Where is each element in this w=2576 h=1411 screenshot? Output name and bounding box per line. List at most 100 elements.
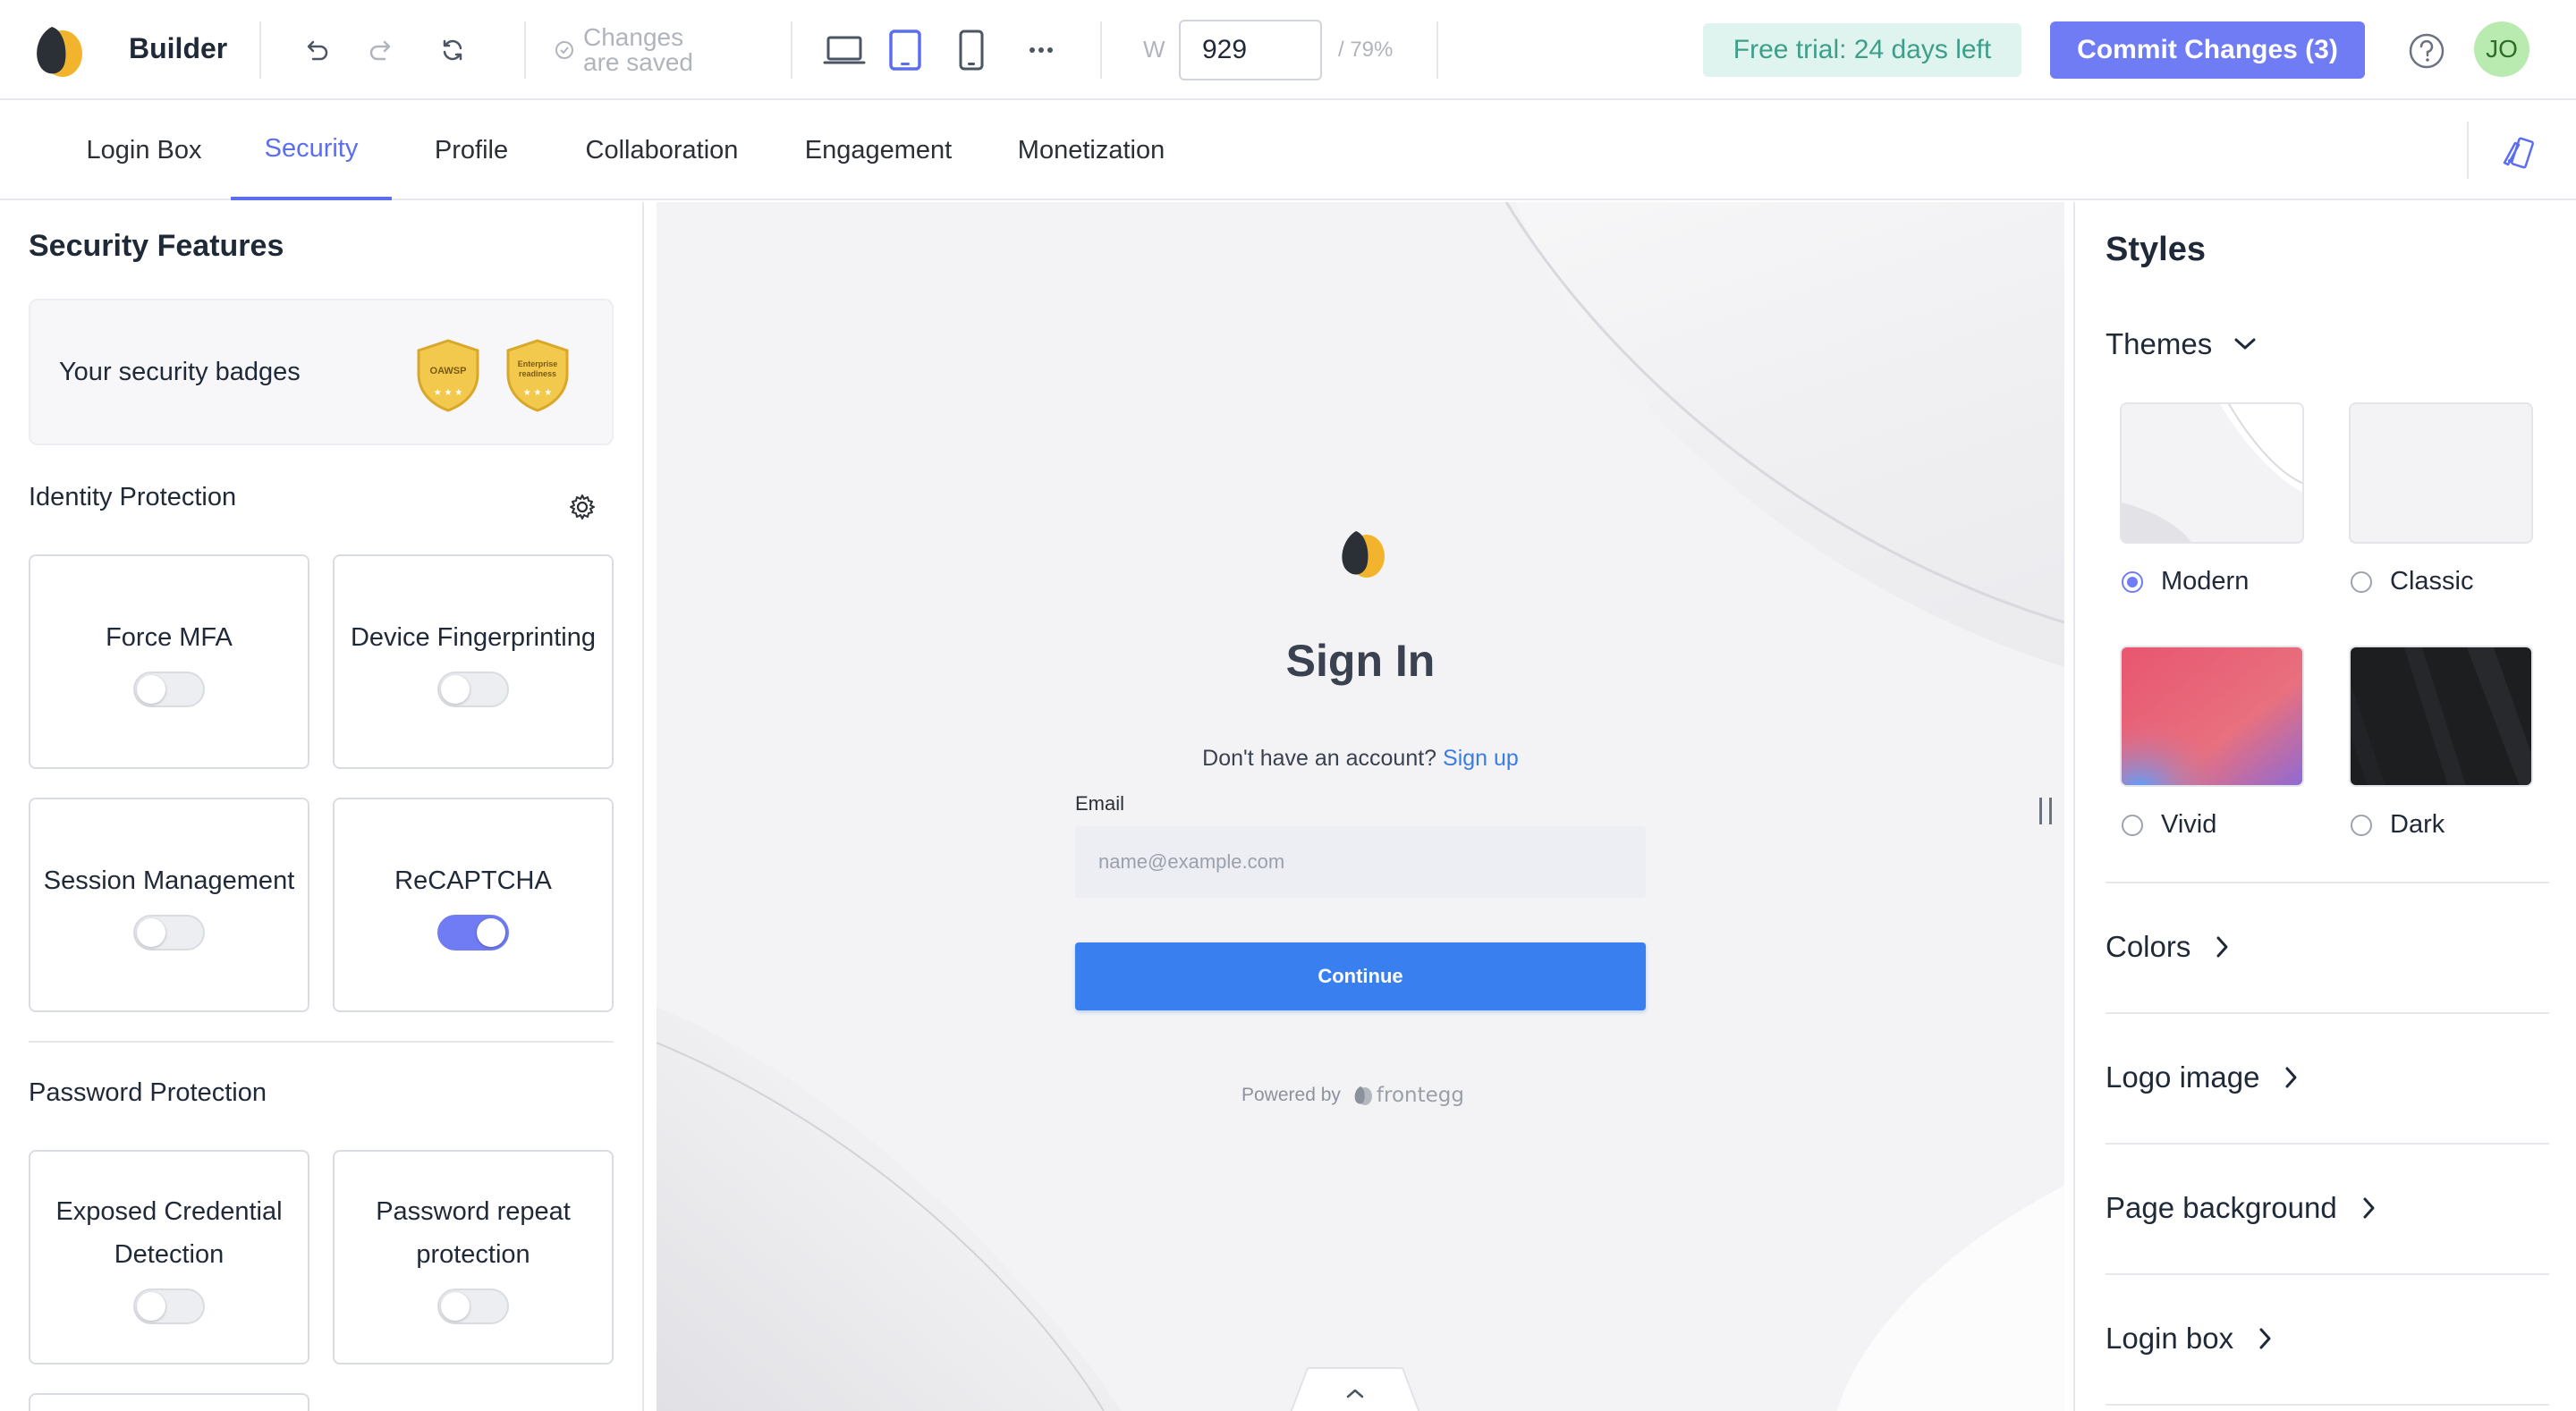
panel-title: Security Features [29,229,284,263]
oawsp-badge-icon[interactable]: OAWSP ★ ★ ★ [413,338,483,413]
theme-option-vivid[interactable]: Vivid [2122,810,2216,840]
theme-name: Dark [2390,810,2445,839]
powered-by-text: Powered by [1241,1085,1341,1105]
svg-text:★ ★ ★: ★ ★ ★ [434,388,462,398]
preview-canvas: Sign In Don't have an account? Sign up E… [657,202,2064,1411]
sign-in-title: Sign In [1285,636,1436,686]
continue-button[interactable]: Continue [1075,942,1646,1010]
zoom-percentage: / 79% [1338,38,1394,62]
email-field[interactable] [1075,826,1646,898]
force-mfa-toggle[interactable] [133,672,205,707]
commit-changes-button[interactable]: Commit Changes (3) [2050,21,2365,79]
user-avatar[interactable]: JO [2474,21,2529,77]
theme-name: Modern [2161,567,2250,596]
refresh-icon[interactable] [433,30,472,70]
redo-icon[interactable] [361,30,401,70]
feature-card-partial [29,1393,309,1411]
help-icon[interactable] [2408,32,2445,70]
modern-theme-preview [2122,404,2302,542]
tab-security[interactable]: Security [231,100,392,200]
more-options-icon[interactable] [1021,30,1061,70]
enterprise-readiness-badge-icon[interactable]: Enterprise readiness ★ ★ ★ [503,338,572,413]
save-status-text: Changes are saved [583,23,693,76]
page-background-section[interactable]: Page background [2106,1191,2377,1225]
email-label: Email [1075,792,1125,815]
chevron-right-icon [2216,936,2228,958]
mobile-view-icon[interactable] [952,30,991,71]
resize-handle[interactable] [2039,798,2052,824]
feature-card-device-fingerprinting: Device Fingerprinting [333,554,614,769]
feature-name: Session Management [43,866,295,895]
section-label: Login box [2106,1322,2234,1355]
recaptcha-toggle[interactable] [437,915,509,951]
modern-radio[interactable] [2122,570,2143,593]
theme-option-classic[interactable]: Classic [2351,567,2473,596]
feature-card-force-mfa: Force MFA [29,554,309,769]
expand-panel-tab[interactable] [1288,1366,1422,1411]
theme-thumb-classic[interactable] [2349,402,2533,544]
tablet-view-icon[interactable] [886,30,925,71]
styles-panel: Styles Themes Modern Classic Vivid Dark … [2073,202,2576,1411]
save-status: Changes are saved [555,25,717,75]
undo-icon[interactable] [297,30,336,70]
width-input[interactable] [1179,20,1322,80]
desktop-view-icon[interactable] [821,30,868,70]
style-preview-icon[interactable] [2497,132,2538,173]
dark-radio[interactable] [2351,814,2372,836]
feature-card-recaptcha: ReCAPTCHA [333,798,614,1012]
section-tabs: Login Box Security Profile Collaboration… [0,100,2576,200]
chevron-down-icon [2234,338,2256,350]
section-label: Logo image [2106,1060,2260,1094]
theme-option-dark[interactable]: Dark [2351,810,2445,840]
tab-collaboration[interactable]: Collaboration [564,100,760,200]
login-box-section[interactable]: Login box [2106,1322,2273,1356]
chevron-right-icon [2285,1067,2297,1088]
colors-section[interactable]: Colors [2106,930,2230,964]
feature-card-password-repeat-protection: Password repeat protection [333,1150,614,1365]
session-management-toggle[interactable] [133,915,205,951]
svg-text:★ ★ ★: ★ ★ ★ [523,388,552,398]
password-repeat-toggle[interactable] [437,1288,509,1324]
theme-option-modern[interactable]: Modern [2122,567,2249,596]
svg-text:Enterprise: Enterprise [518,359,558,368]
badge-text: OAWSP [430,366,467,376]
divider [791,21,792,79]
login-box-preview: Sign In Don't have an account? Sign up E… [657,202,2064,1411]
feature-name: Device Fingerprinting [350,623,596,652]
styles-title: Styles [2106,231,2206,268]
tab-profile[interactable]: Profile [413,100,530,200]
theme-name: Vivid [2161,810,2217,839]
theme-thumb-modern[interactable] [2120,402,2304,544]
settings-gear-icon[interactable] [569,494,596,520]
app-title: Builder [129,32,228,64]
top-bar: Builder Changes are saved W / 79% Free t… [0,0,2576,100]
theme-thumb-dark[interactable] [2349,646,2533,787]
theme-thumb-vivid[interactable] [2120,646,2304,787]
security-panel: Security Features Your security badges O… [0,202,644,1411]
logo-image-section[interactable]: Logo image [2106,1060,2299,1094]
tab-engagement[interactable]: Engagement [791,100,966,200]
classic-radio[interactable] [2351,570,2372,593]
identity-protection-title: Identity Protection [29,483,237,511]
tab-login-box[interactable]: Login Box [68,100,220,200]
app-logo-icon[interactable] [27,21,86,79]
security-badges-card: Your security badges OAWSP ★ ★ ★ Enterpr… [29,299,614,445]
exposed-credential-toggle[interactable] [133,1288,205,1324]
tab-monetization[interactable]: Monetization [1000,100,1182,200]
powered-by: Powered by frontegg [1241,1084,1464,1107]
svg-text:readiness: readiness [519,369,556,378]
divider [1100,21,1102,79]
vivid-radio[interactable] [2122,814,2143,836]
brand-logo-icon [1342,531,1385,578]
trial-badge[interactable]: Free trial: 24 days left [1703,23,2021,77]
device-fingerprinting-toggle[interactable] [437,672,509,707]
signup-link[interactable]: Sign up [1443,746,1519,771]
divider [2106,1012,2549,1014]
themes-toggle[interactable]: Themes [2106,327,2257,361]
divider [2467,122,2469,179]
divider [2106,1143,2549,1145]
feature-card-session-management: Session Management [29,798,309,1012]
themes-label: Themes [2106,327,2213,360]
signup-prompt: Don't have an account? Sign up [657,746,2064,772]
feature-name: ReCAPTCHA [394,866,552,895]
